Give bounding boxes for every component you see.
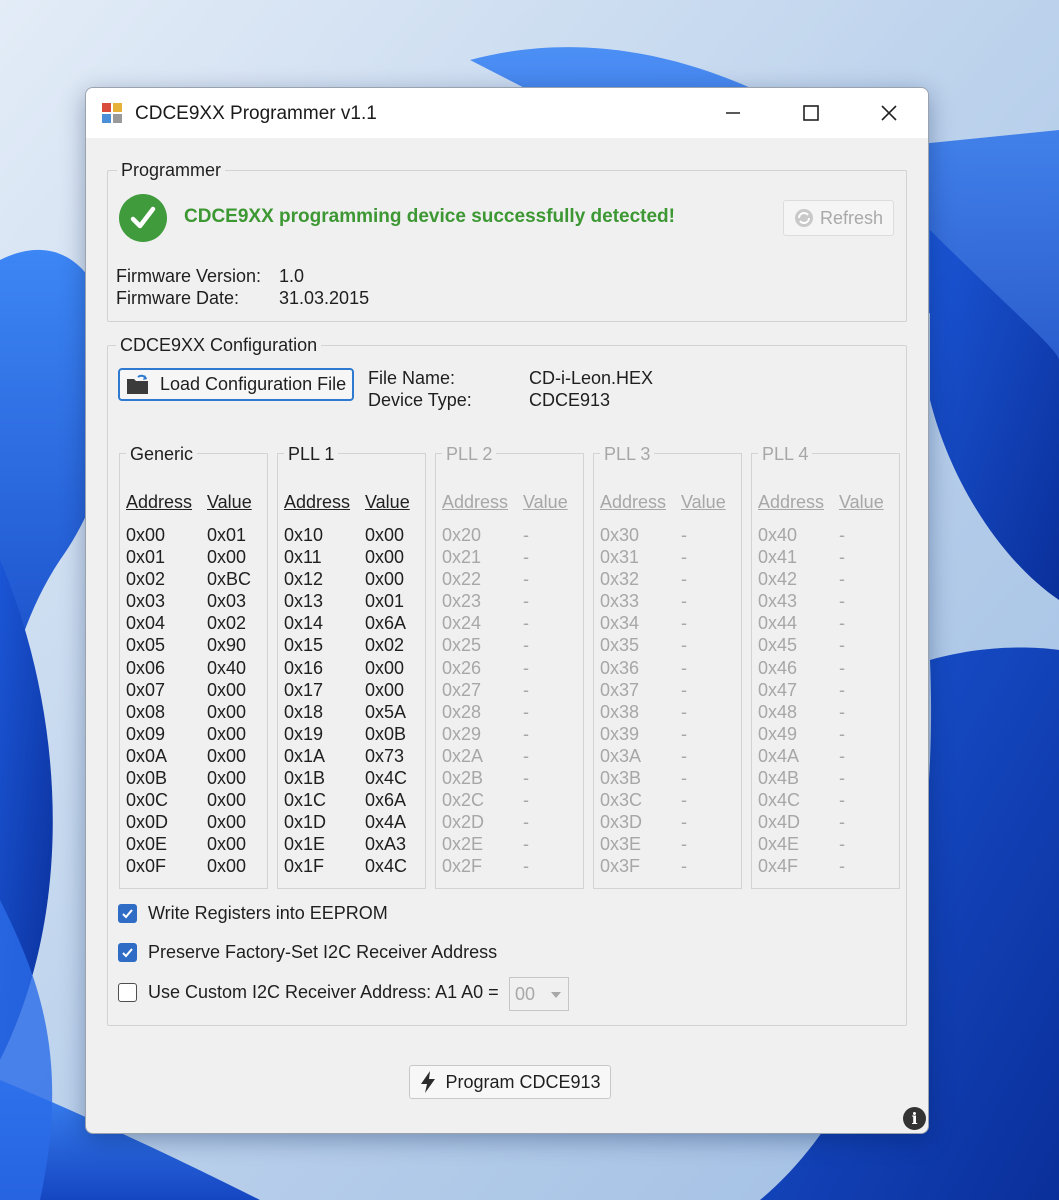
checkbox-check-icon [122, 948, 133, 958]
maximize-icon [803, 105, 819, 121]
configuration-group-label: CDCE9XX Configuration [116, 335, 322, 356]
address-list-pll1: 0x10 0x11 0x12 0x13 0x14 0x15 0x16 0x17 … [284, 525, 327, 877]
firmware-date-value: 31.03.2015 [279, 288, 370, 308]
address-select[interactable]: 00 [509, 977, 569, 1011]
preserve-address-checkbox[interactable] [118, 943, 137, 962]
file-name-value: CD-i-Leon.HEX [529, 368, 654, 388]
programmer-group-label: Programmer [117, 160, 226, 181]
address-header: Address [600, 492, 667, 512]
value-list-pll1: 0x00 0x00 0x00 0x01 0x6A 0x02 0x00 0x00 … [365, 525, 408, 877]
load-configuration-label: Load Configuration File [160, 374, 347, 394]
register-label-pll3: PLL 3 [600, 444, 655, 465]
close-button[interactable] [850, 88, 928, 138]
detection-status: CDCE9XX programming device successfully … [184, 206, 675, 227]
title-bar[interactable]: CDCE9XX Programmer v1.1 [86, 88, 928, 138]
maximize-button[interactable] [772, 88, 850, 138]
folder-load-icon [127, 374, 148, 394]
refresh-label: Refresh [819, 207, 884, 228]
info-icon[interactable]: i [903, 1107, 926, 1130]
address-header: Address [284, 492, 351, 512]
minimize-icon [726, 112, 740, 114]
preserve-address-label[interactable]: Preserve Factory-Set I2C Receiver Addres… [148, 942, 497, 963]
value-header: Value [523, 492, 568, 512]
write-eeprom-label[interactable]: Write Registers into EEPROM [148, 903, 388, 924]
address-header: Address [442, 492, 509, 512]
write-eeprom-checkbox[interactable] [118, 904, 137, 923]
address-header: Address [758, 492, 825, 512]
value-list-pll2: - - - - - - - - - - - - - - - - [523, 525, 529, 877]
address-list-generic: 0x00 0x01 0x02 0x03 0x04 0x05 0x06 0x07 … [126, 525, 169, 877]
program-button[interactable]: Program CDCE913 [409, 1065, 611, 1099]
address-select-value: 00 [515, 983, 536, 1004]
value-header: Value [207, 492, 252, 512]
dropdown-arrow-icon [551, 992, 561, 998]
device-type-label: Device Type: [368, 390, 472, 410]
register-label-pll2: PLL 2 [442, 444, 497, 465]
refresh-button[interactable]: Refresh [783, 200, 894, 236]
value-header: Value [365, 492, 410, 512]
app-icon [102, 103, 122, 123]
custom-address-checkbox[interactable] [118, 983, 137, 1002]
value-list-pll3: - - - - - - - - - - - - - - - - [681, 525, 687, 877]
file-name-label: File Name: [368, 368, 456, 388]
minimize-button[interactable] [694, 88, 772, 138]
firmware-version-label: Firmware Version: [116, 266, 262, 286]
address-list-pll4: 0x40 0x41 0x42 0x43 0x44 0x45 0x46 0x47 … [758, 525, 801, 877]
value-list-generic: 0x01 0x00 0xBC 0x03 0x02 0x90 0x40 0x00 … [207, 525, 252, 877]
program-label: Program CDCE913 [445, 1071, 601, 1092]
checkbox-check-icon [122, 909, 133, 919]
firmware-version-value: 1.0 [279, 266, 305, 286]
success-check-icon [119, 194, 167, 242]
custom-address-label[interactable]: Use Custom I2C Receiver Address: A1 A0 = [148, 982, 499, 1003]
refresh-icon [794, 209, 813, 227]
register-label-pll1: PLL 1 [284, 444, 339, 465]
firmware-date-label: Firmware Date: [116, 288, 240, 308]
window-title: CDCE9XX Programmer v1.1 [135, 103, 377, 124]
device-type-value: CDCE913 [529, 390, 611, 410]
register-label-pll4: PLL 4 [758, 444, 813, 465]
lightning-icon [421, 1071, 436, 1093]
address-list-pll2: 0x20 0x21 0x22 0x23 0x24 0x25 0x26 0x27 … [442, 525, 485, 877]
address-list-pll3: 0x30 0x31 0x32 0x33 0x34 0x35 0x36 0x37 … [600, 525, 643, 877]
register-label-generic: Generic [126, 444, 198, 465]
app-window: CDCE9XX Programmer v1.1 Programmer CDCE9… [85, 87, 929, 1134]
value-header: Value [839, 492, 884, 512]
close-icon [881, 105, 897, 121]
value-list-pll4: - - - - - - - - - - - - - - - - [839, 525, 845, 877]
load-configuration-button[interactable]: Load Configuration File [118, 368, 354, 401]
value-header: Value [681, 492, 726, 512]
address-header: Address [126, 492, 193, 512]
